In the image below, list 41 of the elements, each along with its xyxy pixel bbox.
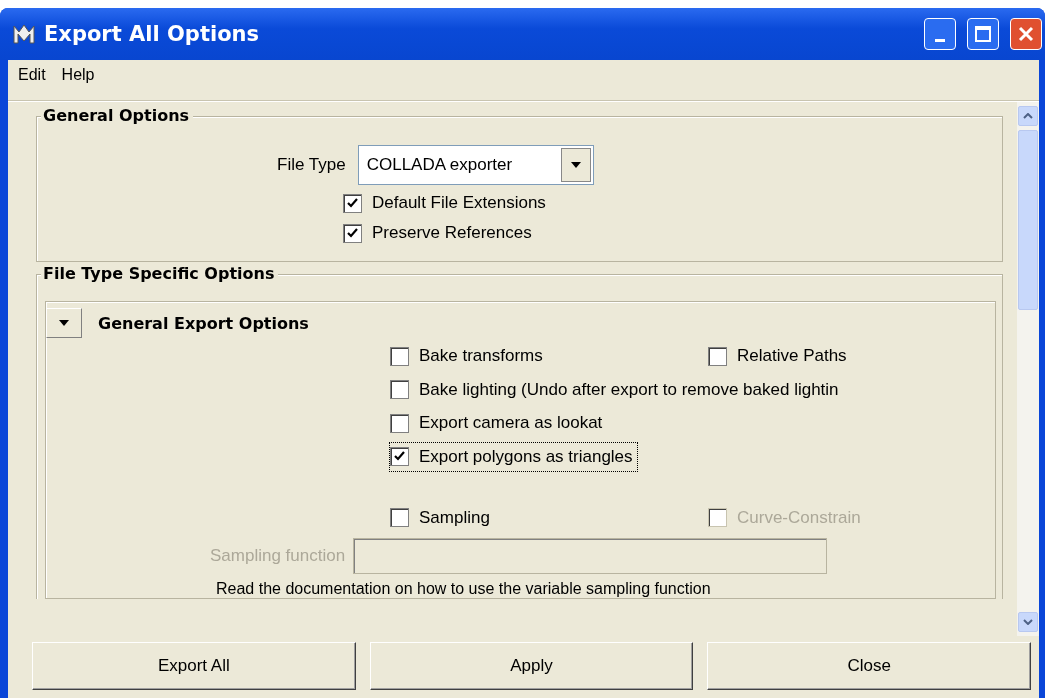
dropdown-arrow-button[interactable] (560, 148, 591, 182)
menu-item[interactable]: Help (61, 66, 95, 94)
checkbox[interactable]: Relative Paths (708, 342, 851, 370)
checkbox[interactable]: Preserve References (343, 219, 536, 247)
close-button[interactable] (1010, 18, 1042, 50)
scroll-down-button[interactable] (1018, 612, 1038, 632)
minimize-button[interactable] (924, 18, 956, 50)
chevron-up-icon (1023, 113, 1033, 119)
caret-icon (59, 318, 69, 328)
checkmark-icon (394, 451, 405, 462)
field-label: File Type (277, 155, 346, 175)
help-text: Read the documentation on how to use the variable sampling function (215, 580, 712, 598)
field-label: Sampling function (210, 546, 346, 566)
app-logo-icon (12, 23, 36, 45)
group-title: General Options (41, 106, 194, 125)
checkbox[interactable]: Sampling (390, 503, 494, 532)
group-title: File Type Specific Options (41, 264, 279, 283)
caret-down-icon (570, 162, 581, 168)
checkbox[interactable]: Bake lighting (Undo after export to remove baked lightin (390, 375, 843, 404)
checkmark-icon (347, 197, 358, 209)
checkmark-icon (347, 227, 358, 239)
dropdown[interactable]: COLLADA exporter (357, 145, 594, 185)
minimize-icon (935, 38, 945, 42)
checkbox[interactable]: Export camera as lookat (390, 409, 607, 437)
dialog-button[interactable]: Close (707, 642, 1031, 690)
scroll-up-button[interactable] (1018, 106, 1038, 126)
maximize-icon (975, 26, 991, 42)
window-title: Export All Options (44, 22, 260, 46)
expand-toggle-button[interactable] (46, 308, 82, 338)
close-icon (1018, 26, 1034, 42)
chevron-down-icon (1023, 619, 1033, 625)
section-title: General Export Options (98, 313, 309, 333)
scrollbar[interactable] (1017, 102, 1039, 636)
checkbox[interactable]: Default File Extensions (343, 189, 550, 217)
scroll-thumb[interactable] (1018, 130, 1038, 310)
dialog-button[interactable]: Export All (32, 642, 356, 690)
dialog-button[interactable]: Apply (369, 642, 694, 690)
menu-item[interactable]: Edit (18, 66, 46, 94)
checkbox[interactable]: Export polygons as triangles (390, 442, 637, 471)
maximize-button[interactable] (967, 18, 999, 50)
checkbox[interactable]: Bake transforms (390, 342, 547, 370)
